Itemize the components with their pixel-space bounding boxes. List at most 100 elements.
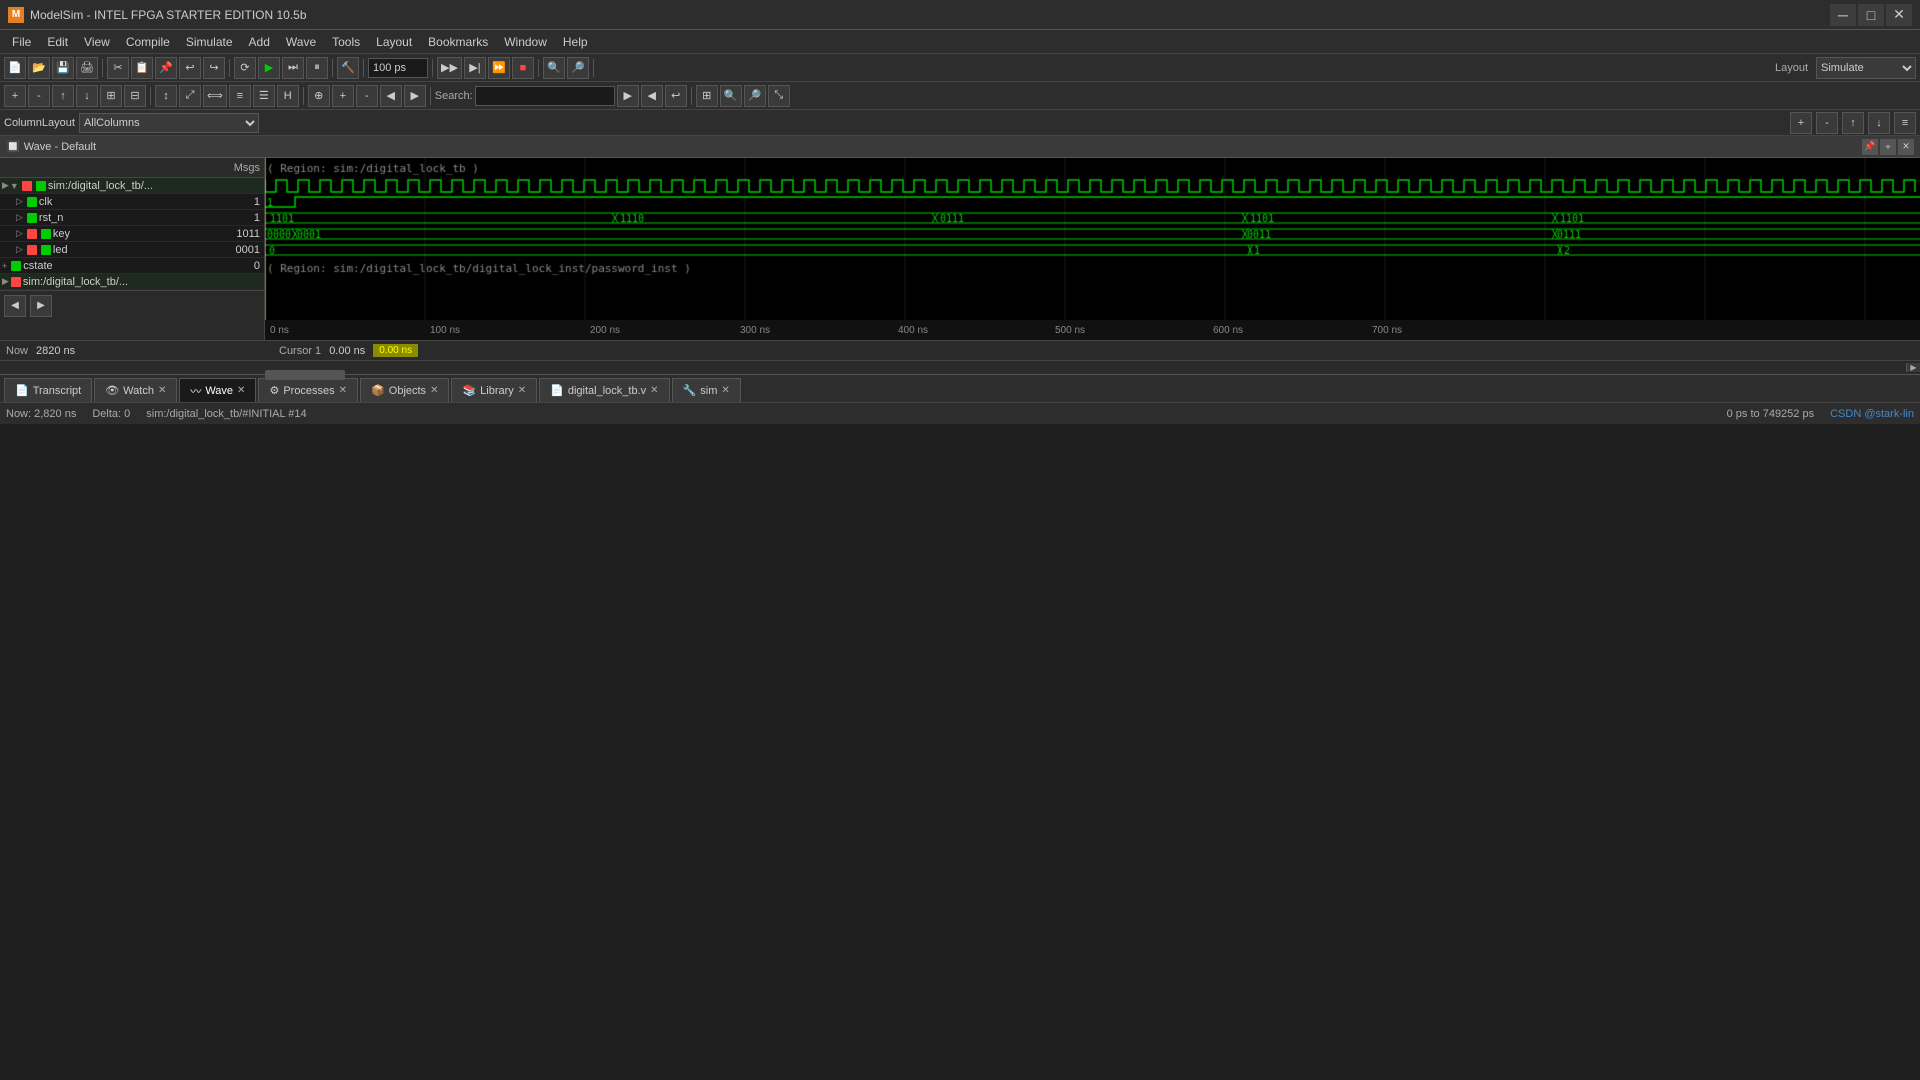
tab-transcript[interactable]: 📄 Transcript — [4, 378, 92, 402]
tab-wave[interactable]: 〰 Wave ✕ — [179, 378, 256, 402]
wave-zoom-btn[interactable]: ⤢ — [179, 85, 201, 107]
signal-row-rstn[interactable]: ▷ rst_n 1 — [0, 210, 264, 226]
new-button[interactable]: 📄 — [4, 57, 26, 79]
wave-next[interactable]: ▶ — [404, 85, 426, 107]
menu-bookmarks[interactable]: Bookmarks — [420, 31, 496, 53]
wave-maximize-button[interactable]: + — [1880, 139, 1896, 155]
run-100-button[interactable]: ▶| — [464, 57, 486, 79]
col-add[interactable]: + — [1790, 112, 1812, 134]
menu-simulate[interactable]: Simulate — [178, 31, 241, 53]
col-up[interactable]: ↑ — [1842, 112, 1864, 134]
wave-move-down[interactable]: ↓ — [76, 85, 98, 107]
menu-window[interactable]: Window — [496, 31, 555, 53]
wave-collapse[interactable]: ⊟ — [124, 85, 146, 107]
signal-panel-btn1[interactable]: ◀ — [4, 295, 26, 317]
zoom-full-btn[interactable]: ⤡ — [768, 85, 790, 107]
signal-row-led[interactable]: ▷ led 0001 — [0, 242, 264, 258]
wave-add-button[interactable]: + — [4, 85, 26, 107]
wave-hex-btn[interactable]: H — [277, 85, 299, 107]
hscrollbar-right-btn[interactable]: ▶ — [1906, 363, 1920, 372]
tab-library-close[interactable]: ✕ — [518, 385, 526, 396]
signal-row-root[interactable]: ▶ ▼ sim:/digital_lock_tb/... — [0, 178, 264, 194]
menu-help[interactable]: Help — [555, 31, 596, 53]
close-button[interactable]: ✕ — [1886, 4, 1912, 26]
search-back-btn[interactable]: ↩ — [665, 85, 687, 107]
signals-list[interactable]: ▶ ▼ sim:/digital_lock_tb/... ▷ clk 1 ▷ r… — [0, 178, 264, 290]
tab-sim[interactable]: 🔧 sim ✕ — [672, 378, 741, 402]
menu-tools[interactable]: Tools — [324, 31, 368, 53]
signal-row-key[interactable]: ▷ key 1011 — [0, 226, 264, 242]
waveform-area[interactable] — [265, 158, 1920, 320]
waveform-canvas[interactable] — [265, 158, 1920, 320]
stop-button[interactable]: ■ — [512, 57, 534, 79]
wave-expand[interactable]: ⊞ — [100, 85, 122, 107]
print-button[interactable]: 🖨 — [76, 57, 98, 79]
wave-measure-btn[interactable]: ⟺ — [203, 85, 227, 107]
col-remove[interactable]: - — [1816, 112, 1838, 134]
col-down[interactable]: ↓ — [1868, 112, 1890, 134]
redo-button[interactable]: ↪ — [203, 57, 225, 79]
undo-button[interactable]: ↩ — [179, 57, 201, 79]
wave-cursor-btn[interactable]: ↕ — [155, 85, 177, 107]
wave-gate-btn[interactable]: ≡ — [229, 85, 251, 107]
search-go-btn[interactable]: ▶ — [617, 85, 639, 107]
open-button[interactable]: 📂 — [28, 57, 50, 79]
columnlayout-select[interactable]: AllColumns — [79, 113, 259, 133]
time-input[interactable] — [368, 58, 428, 78]
tab-objects-close[interactable]: ✕ — [430, 385, 438, 396]
menu-view[interactable]: View — [76, 31, 118, 53]
tab-sim-close[interactable]: ✕ — [721, 385, 729, 396]
wave-list-btn[interactable]: ☰ — [253, 85, 275, 107]
run-button[interactable]: ▶ — [258, 57, 280, 79]
wave-remove-button[interactable]: - — [28, 85, 50, 107]
search-prev-btn[interactable]: ◀ — [641, 85, 663, 107]
wave-zoom-in[interactable]: 🔍 — [543, 57, 565, 79]
tab-objects[interactable]: 📦 Objects ✕ — [360, 378, 449, 402]
hscrollbar-thumb[interactable] — [265, 370, 345, 380]
wave-zoom-out[interactable]: 🔎 — [567, 57, 589, 79]
tab-processes[interactable]: ⚙ Processes ✕ — [258, 378, 358, 402]
layout-select[interactable]: Simulate — [1816, 57, 1916, 79]
step-button[interactable]: ⏭ — [282, 57, 304, 79]
zoom-in3[interactable]: 🔍 — [720, 85, 742, 107]
minimize-button[interactable]: ─ — [1830, 4, 1856, 26]
menu-edit[interactable]: Edit — [39, 31, 76, 53]
tab-watch[interactable]: 👁 Watch ✕ — [94, 378, 177, 402]
compile-button[interactable]: 🔨 — [337, 57, 359, 79]
menu-wave[interactable]: Wave — [278, 31, 324, 53]
save-button[interactable]: 💾 — [52, 57, 74, 79]
break-button[interactable]: ⏸ — [306, 57, 328, 79]
tab-library[interactable]: 📚 Library ✕ — [451, 378, 537, 402]
tab-digital-lock-close[interactable]: ✕ — [650, 385, 658, 396]
wave-zoom-in2[interactable]: + — [332, 85, 354, 107]
tab-watch-close[interactable]: ✕ — [158, 385, 166, 396]
search-input[interactable] — [475, 86, 615, 106]
run-all-button[interactable]: ▶▶ — [437, 57, 462, 79]
col-format[interactable]: ≡ — [1894, 112, 1916, 134]
menu-compile[interactable]: Compile — [118, 31, 178, 53]
signal-row-subroot[interactable]: ▶ sim:/digital_lock_tb/... — [0, 274, 264, 290]
signal-row-clk[interactable]: ▷ clk 1 — [0, 194, 264, 210]
menu-layout[interactable]: Layout — [368, 31, 420, 53]
restore-button[interactable]: □ — [1858, 4, 1884, 26]
wave-fit-btn[interactable]: ⊕ — [308, 85, 330, 107]
cut-button[interactable]: ✂ — [107, 57, 129, 79]
paste-button[interactable]: 📌 — [155, 57, 177, 79]
menu-file[interactable]: File — [4, 31, 39, 53]
wave-move-up[interactable]: ↑ — [52, 85, 74, 107]
copy-button[interactable]: 📋 — [131, 57, 153, 79]
zoom-out3[interactable]: 🔎 — [744, 85, 766, 107]
wave-close-button[interactable]: ✕ — [1898, 139, 1914, 155]
tab-digital-lock-tb[interactable]: 📄 digital_lock_tb.v ✕ — [539, 378, 669, 402]
wave-pin-button[interactable]: 📌 — [1862, 139, 1878, 155]
menu-add[interactable]: Add — [241, 31, 278, 53]
tab-wave-close[interactable]: ✕ — [237, 385, 245, 396]
signal-row-cstate[interactable]: + cstate 0 — [0, 258, 264, 274]
hscrollbar[interactable]: ▶ — [0, 360, 1920, 374]
tab-processes-close[interactable]: ✕ — [339, 385, 347, 396]
zoom-fit-btn[interactable]: ⊞ — [696, 85, 718, 107]
wave-prev[interactable]: ◀ — [380, 85, 402, 107]
wave-zoom-out2[interactable]: - — [356, 85, 378, 107]
signal-panel-btn2[interactable]: ▶ — [30, 295, 52, 317]
run-step-button[interactable]: ⏩ — [488, 57, 510, 79]
